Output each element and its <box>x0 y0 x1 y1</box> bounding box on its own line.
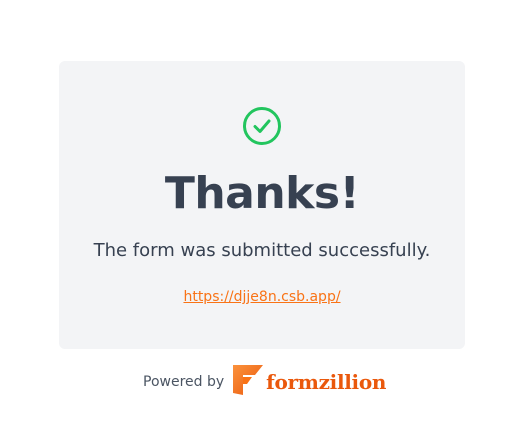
link-container: https://djje8n.csb.app/ <box>59 287 465 307</box>
formzillion-logo-icon <box>233 365 264 395</box>
page: Thanks! The form was submitted successfu… <box>0 0 527 440</box>
powered-by-label: Powered by <box>143 374 225 390</box>
redirect-link[interactable]: https://djje8n.csb.app/ <box>183 289 340 305</box>
formzillion-brand-link[interactable]: formzillion <box>230 363 386 397</box>
success-message: The form was submitted successfully. <box>93 240 431 261</box>
confirmation-card: Thanks! The form was submitted successfu… <box>59 61 465 349</box>
page-title: Thanks! <box>164 168 360 219</box>
powered-by-footer: Powered by formzillion <box>143 362 386 398</box>
brand-name: formzillion <box>266 370 387 394</box>
check-circle-icon <box>242 106 282 146</box>
